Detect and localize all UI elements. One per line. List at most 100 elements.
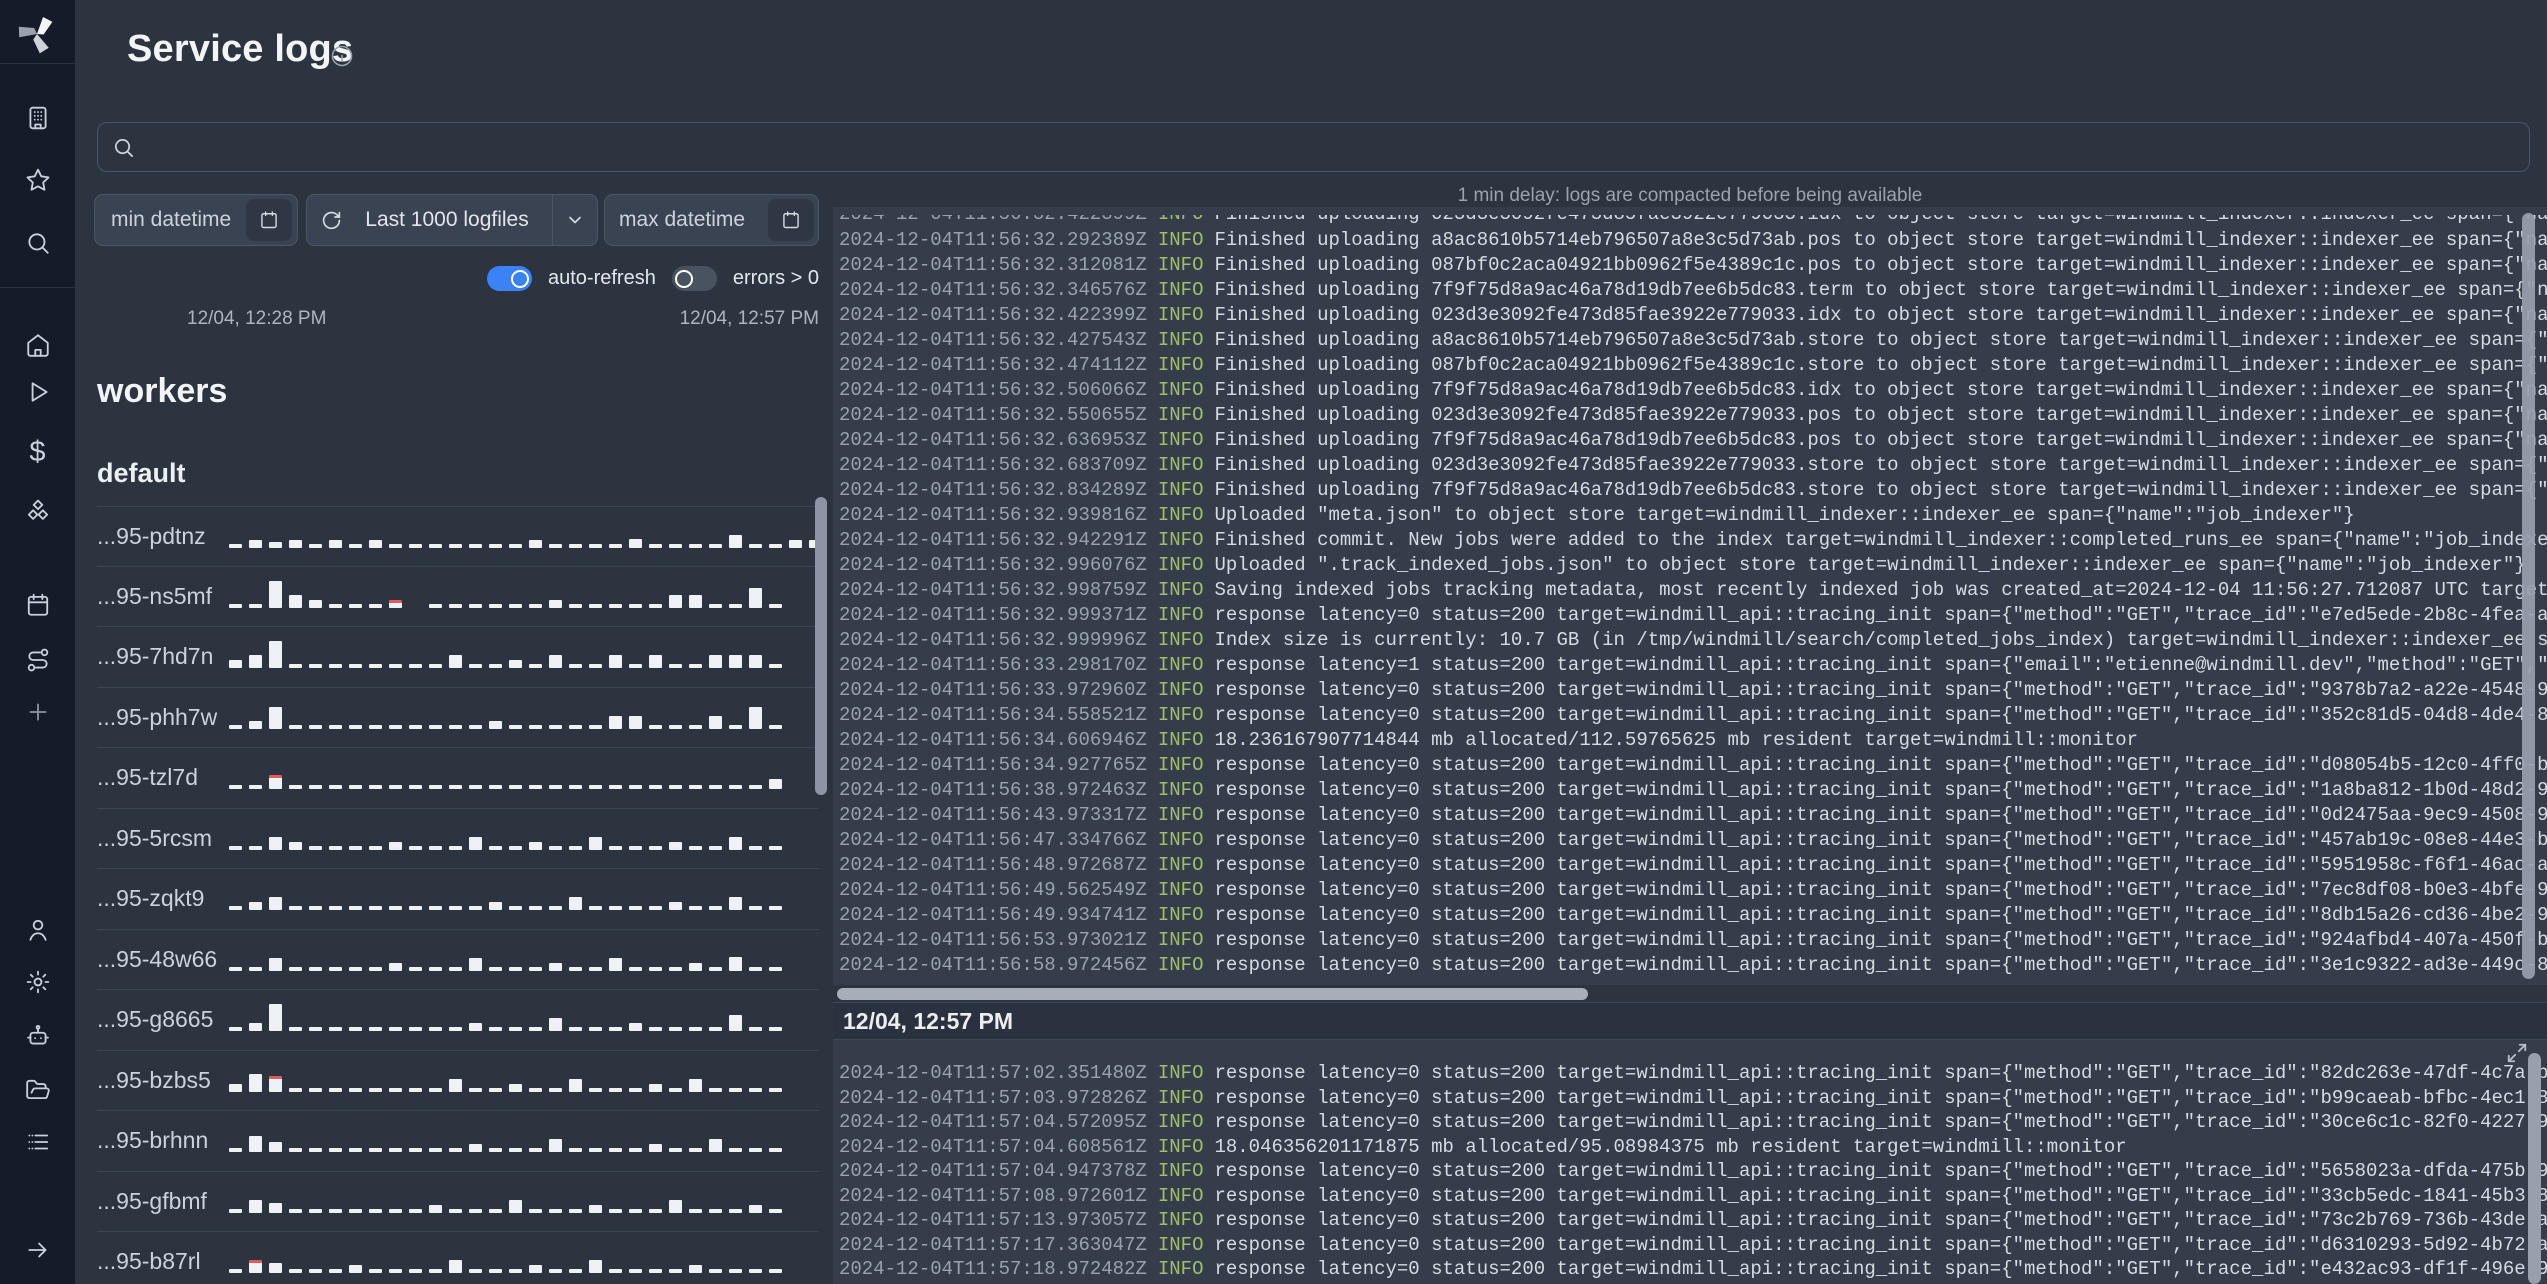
worker-name: ...95-tzl7d: [97, 764, 198, 791]
log-level: INFO: [1147, 215, 1215, 225]
search-icon[interactable]: [24, 229, 52, 257]
worker-row[interactable]: ...95-g8665: [97, 990, 819, 1051]
worker-list-scrollbar[interactable]: [815, 497, 827, 795]
log-message: Finished uploading 023d3e3092fe473d85fae…: [1214, 404, 2547, 426]
log-level: INFO: [1157, 779, 1204, 801]
worker-row[interactable]: ...95-bzbs5: [97, 1051, 819, 1111]
list-icon[interactable]: [24, 1128, 52, 1156]
arrow-right-icon[interactable]: [24, 1236, 52, 1264]
dollar-icon[interactable]: $: [24, 438, 52, 467]
min-datetime-field[interactable]: min datetime: [94, 194, 298, 246]
building-icon[interactable]: [24, 104, 52, 132]
log-level: INFO: [1157, 229, 1204, 251]
user-icon[interactable]: [24, 916, 52, 944]
log-line: 2024-12-04T11:56:32.939816Z INFO Uploaded …: [839, 503, 2547, 528]
log-timestamp: 2024-12-04T11:56:34.927765Z: [839, 754, 1147, 776]
log-level: INFO: [1157, 679, 1204, 701]
refresh-icon: [322, 211, 341, 229]
route-icon[interactable]: [24, 646, 52, 674]
max-datetime-placeholder: max datetime: [619, 208, 746, 231]
cubes-icon[interactable]: [24, 498, 52, 526]
errors-toggle[interactable]: [671, 266, 717, 291]
log-timestamp: 2024-12-04T11:56:49.934741Z: [839, 904, 1147, 926]
star-icon[interactable]: [24, 166, 52, 194]
log-timestamp: 2024-12-04T11:56:58.972456Z: [839, 954, 1147, 976]
worker-sparkline: [229, 1120, 817, 1153]
log-line: 2024-12-04T11:56:49.934741Z INFO response …: [839, 903, 2547, 928]
log-message: response latency=0 status=200 target=win…: [1214, 754, 2547, 776]
log-horizontal-scrollbar[interactable]: [837, 988, 1588, 1000]
log-level: INFO: [1157, 254, 1204, 276]
select-chevron[interactable]: [553, 210, 597, 230]
worker-row[interactable]: ...95-b87rl: [97, 1232, 819, 1284]
expand-icon[interactable]: [2506, 1042, 2528, 1064]
worker-sparkline: [229, 757, 817, 790]
calendar-button[interactable]: [246, 199, 292, 241]
worker-row[interactable]: ...95-pdtnz: [97, 506, 822, 567]
log-line: 2024-12-04T11:56:43.973317Z INFO response …: [839, 803, 2547, 828]
log-timestamp: 2024-12-04T11:56:32.312081Z: [839, 254, 1147, 276]
logfiles-select[interactable]: Last 1000 logfiles: [306, 194, 598, 246]
worker-name: ...95-gfbmf: [97, 1187, 207, 1214]
info-icon[interactable]: [330, 44, 354, 68]
home-icon[interactable]: [24, 331, 52, 359]
log-level: INFO: [1157, 279, 1204, 301]
log-timestamp: 2024-12-04T11:56:32.999996Z: [839, 629, 1147, 651]
log-level: INFO: [1157, 904, 1204, 926]
play-icon[interactable]: [24, 378, 52, 406]
log-line: 2024-12-04T11:57:17.363047Z INFO response …: [839, 1233, 2547, 1258]
log-timestamp: 2024-12-04T11:56:38.972463Z: [839, 779, 1147, 801]
log-timestamp: 2024-12-04T11:56:32.346576Z: [839, 279, 1147, 301]
auto-refresh-toggle[interactable]: [487, 266, 532, 291]
log-level: INFO: [1157, 954, 1204, 976]
log-section-1: 2024-12-04T11:56:32.422399ZINFOFinished …: [833, 207, 2547, 985]
log-message: Finished uploading 023d3e3092fe473d85fae…: [1214, 215, 2547, 225]
plus-icon[interactable]: [24, 698, 52, 726]
worker-row[interactable]: ...95-ns5mf: [97, 567, 819, 627]
log-line: 2024-12-04T11:57:04.572095Z INFO response …: [839, 1110, 2547, 1135]
worker-row[interactable]: ...95-5rcsm: [97, 809, 819, 869]
log-line: 2024-12-04T11:56:53.973021Z INFO response …: [839, 928, 2547, 953]
max-datetime-field[interactable]: max datetime: [604, 194, 819, 246]
log-message: Finished uploading 7f9f75d8a9ac46a78d19d…: [1214, 479, 2547, 501]
worker-row[interactable]: ...95-48w66: [97, 930, 819, 990]
worker-row[interactable]: ...95-7hd7n: [97, 627, 819, 688]
sidebar-divider: [0, 287, 75, 288]
calendar-button[interactable]: [768, 199, 814, 241]
auto-refresh-label: auto-refresh: [548, 267, 656, 289]
folder-icon[interactable]: [24, 1076, 52, 1104]
log-timestamp: 2024-12-04T11:56:32.683709Z: [839, 454, 1147, 476]
log-level: INFO: [1157, 1135, 1204, 1158]
log-timestamp: 2024-12-04T11:56:34.558521Z: [839, 704, 1147, 726]
log-level: INFO: [1157, 354, 1204, 376]
log-message: Index size is currently: 10.7 GB (in /tm…: [1214, 629, 2547, 651]
service-logs-page: $ Service logs min datetime Last 1000 lo…: [0, 0, 2547, 1284]
log-section-2-scrollbar[interactable]: [2528, 1053, 2541, 1284]
log-timestamp: 2024-12-04T11:56:32.422399Z: [839, 215, 1147, 225]
gear-icon[interactable]: [24, 968, 52, 996]
worker-group-heading: default: [97, 458, 186, 488]
log-level: INFO: [1157, 329, 1204, 351]
windmill-logo-icon[interactable]: [15, 12, 59, 56]
log-section-1-scrollbar[interactable]: [2522, 213, 2535, 979]
worker-row[interactable]: ...95-zqkt9: [97, 869, 819, 930]
log-message: response latency=0 status=200 target=win…: [1214, 954, 2547, 976]
range-start: 12/04, 12:28 PM: [187, 308, 327, 329]
robot-icon[interactable]: [24, 1022, 52, 1050]
log-timestamp: 2024-12-04T11:56:32.942291Z: [839, 529, 1147, 551]
log-level: INFO: [1157, 1111, 1204, 1133]
log-level: INFO: [1157, 754, 1204, 776]
worker-row[interactable]: ...95-tzl7d: [97, 748, 819, 809]
worker-row[interactable]: ...95-gfbmf: [97, 1172, 819, 1232]
worker-row[interactable]: ...95-phh7w: [97, 688, 819, 748]
toggle-knob: [510, 269, 529, 288]
log-level: INFO: [1157, 304, 1204, 326]
log-level: INFO: [1157, 604, 1204, 626]
log-message: Finished uploading 087bf0c2aca04921bb096…: [1214, 354, 2547, 376]
worker-row[interactable]: ...95-brhnn: [97, 1111, 819, 1172]
log-message: response latency=0 status=200 target=win…: [1214, 1209, 2547, 1231]
log-level: INFO: [1157, 1062, 1204, 1084]
log-message: response latency=0 status=200 target=win…: [1214, 604, 2547, 626]
log-level: INFO: [1157, 629, 1204, 651]
calendar-icon[interactable]: [24, 591, 52, 619]
